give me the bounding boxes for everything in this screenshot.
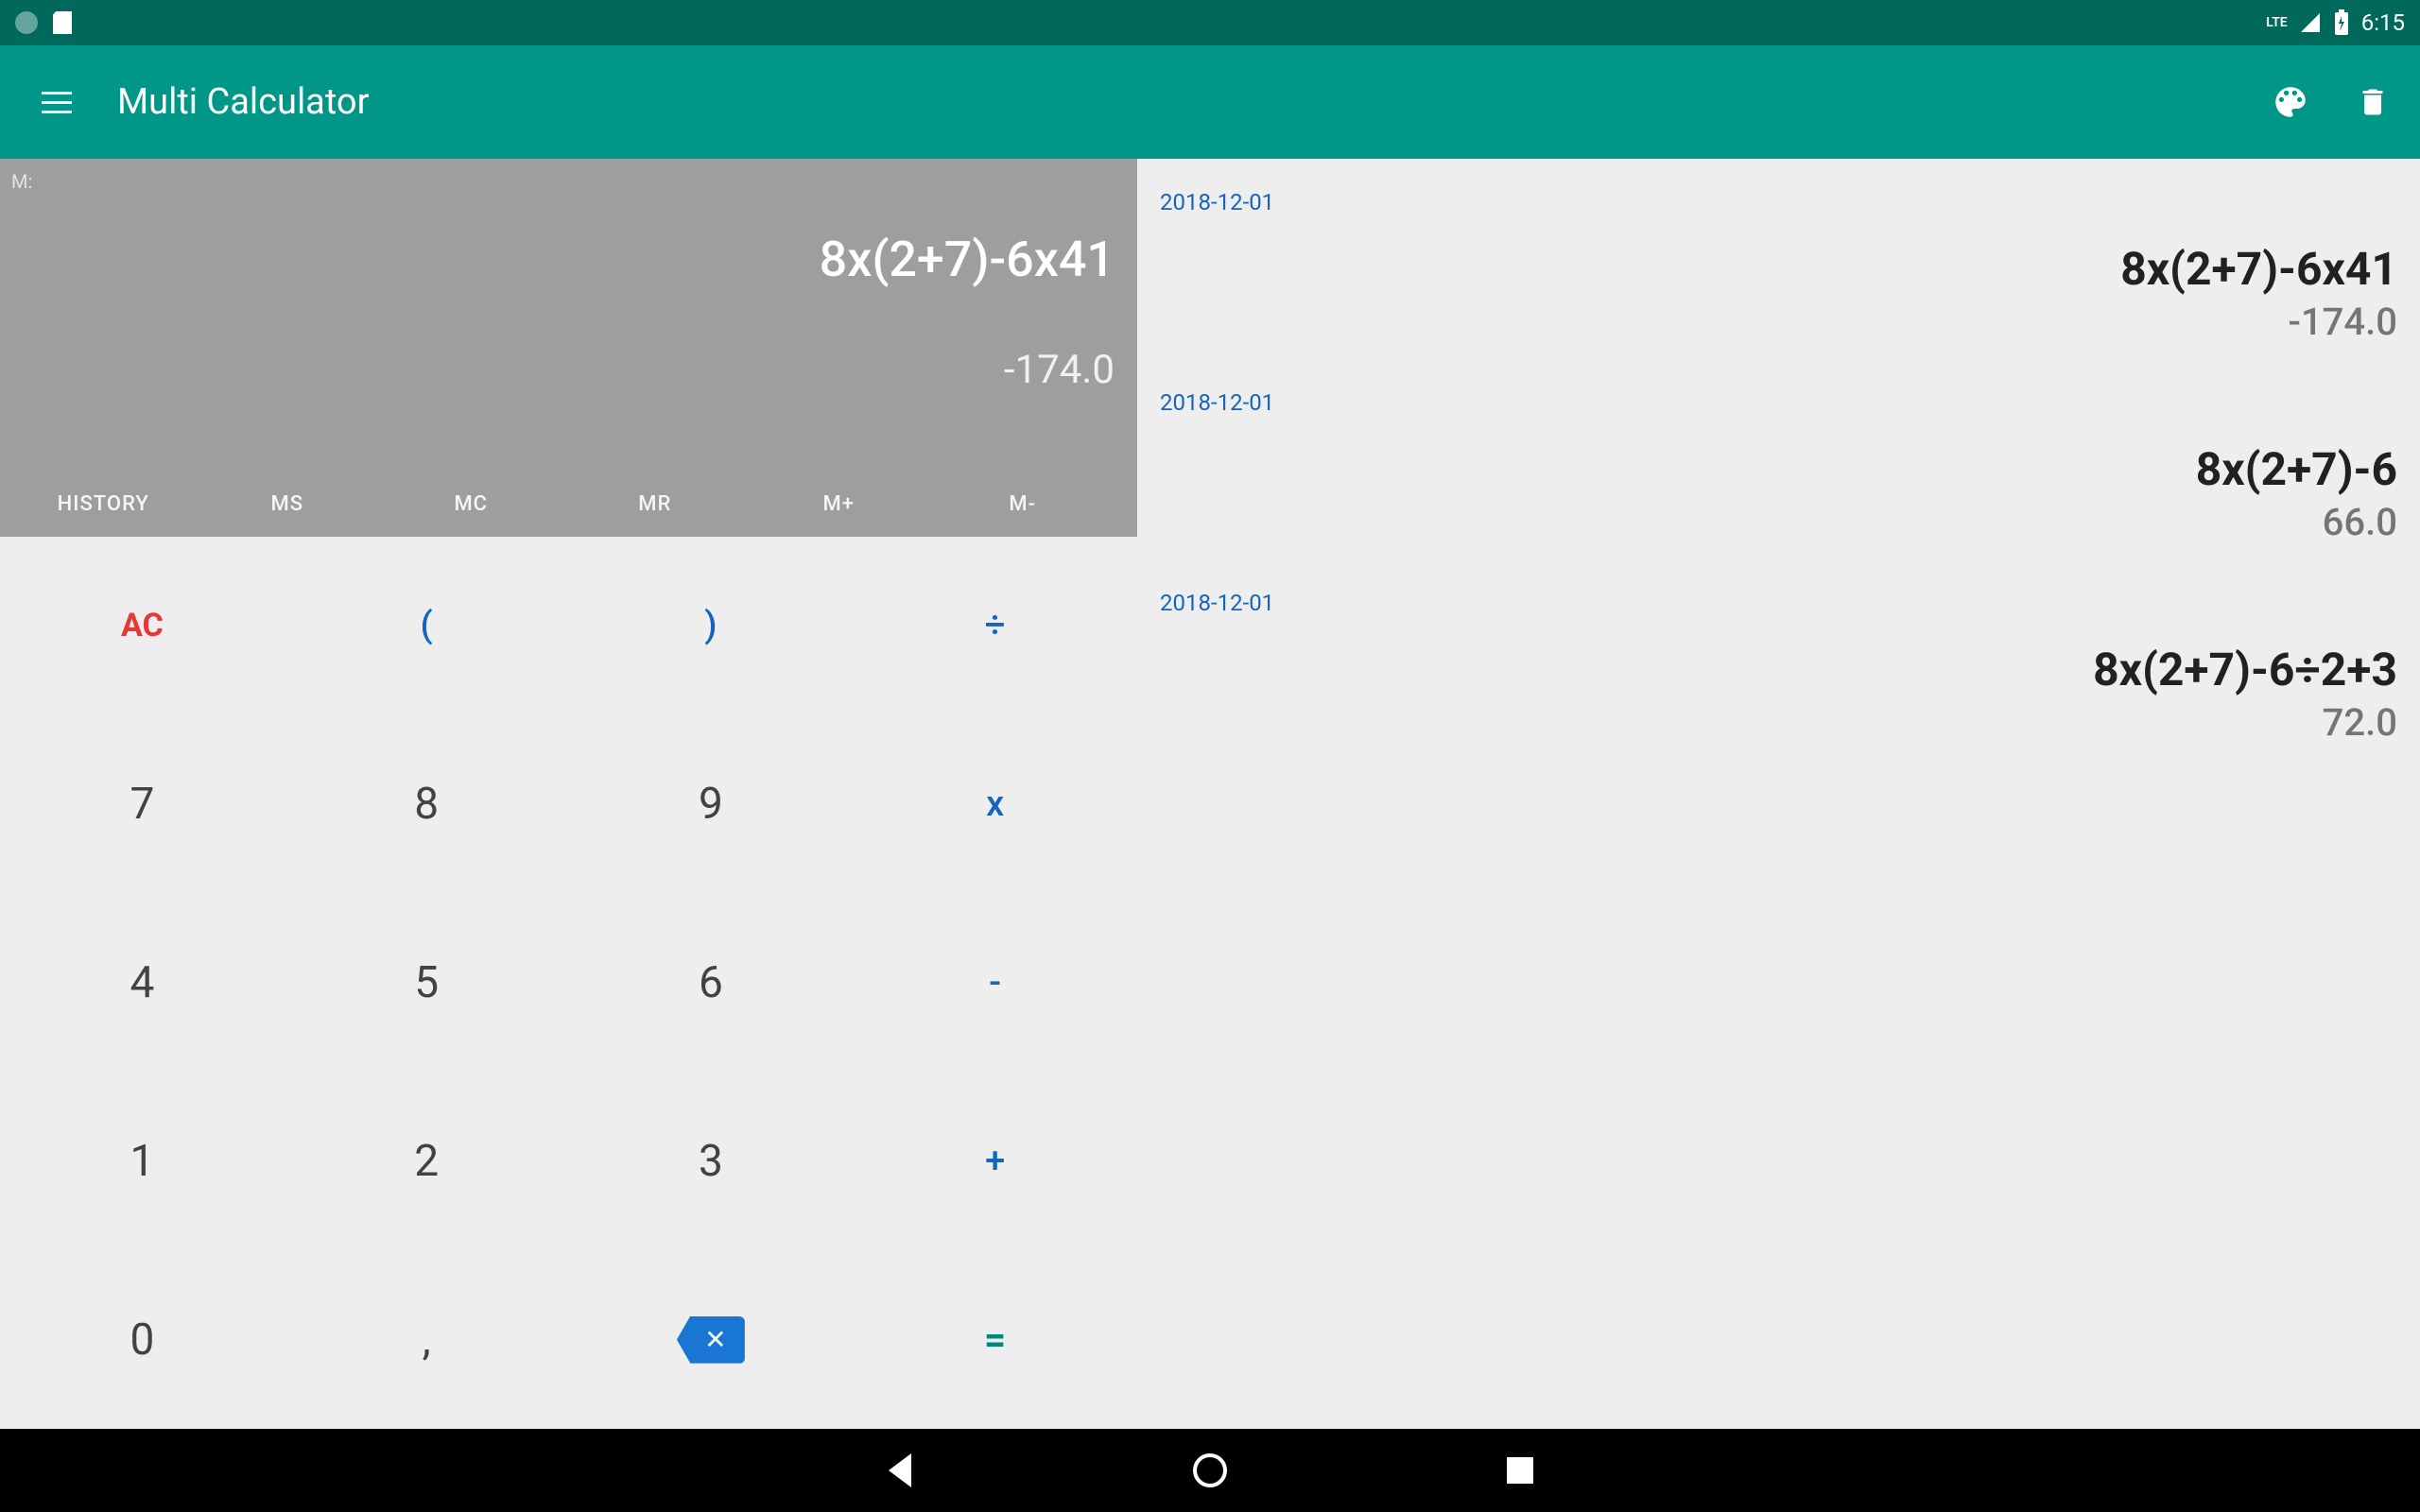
- key-0[interactable]: 0: [0, 1250, 285, 1429]
- theme-palette-button[interactable]: [2271, 82, 2310, 122]
- minus-button[interactable]: -: [853, 894, 1137, 1073]
- history-button[interactable]: HISTORY: [11, 471, 196, 537]
- history-panel[interactable]: 2018-12-01 8x(2+7)-6x41 -174.0 2018-12-0…: [1137, 159, 2420, 1429]
- decimal-button[interactable]: ,: [285, 1250, 569, 1429]
- navigation-bar: [0, 1429, 2420, 1512]
- clock: 6:15: [2361, 9, 2405, 36]
- display-area: M: 8x(2+7)-6x41 -174.0 HISTORY MS MC MR …: [0, 159, 1137, 537]
- backspace-button[interactable]: ✕: [569, 1250, 854, 1429]
- backspace-icon: ✕: [677, 1316, 745, 1364]
- history-expression: 8x(2+7)-6: [1160, 442, 2397, 496]
- equals-button[interactable]: =: [853, 1250, 1137, 1429]
- recent-icon: [1507, 1457, 1533, 1484]
- mr-button[interactable]: MR: [563, 471, 748, 537]
- app-bar: Multi Calculator: [0, 45, 2420, 159]
- signal-icon: [2299, 11, 2322, 34]
- history-entry[interactable]: 2018-12-01 8x(2+7)-6÷2+3 72.0: [1160, 590, 2397, 745]
- history-result: -174.0: [1160, 300, 2397, 344]
- history-entry[interactable]: 2018-12-01 8x(2+7)-6x41 -174.0: [1160, 189, 2397, 344]
- mc-button[interactable]: MC: [379, 471, 563, 537]
- expression-display: 8x(2+7)-6x41: [11, 231, 1115, 288]
- lparen-button[interactable]: (: [285, 537, 569, 715]
- delete-button[interactable]: [2356, 82, 2390, 122]
- back-icon: [889, 1453, 911, 1487]
- history-date: 2018-12-01: [1160, 189, 2397, 215]
- history-result: 66.0: [1160, 500, 2397, 544]
- key-6[interactable]: 6: [569, 894, 854, 1073]
- history-result: 72.0: [1160, 700, 2397, 745]
- key-5[interactable]: 5: [285, 894, 569, 1073]
- battery-charging-icon: [2333, 9, 2350, 36]
- plus-button[interactable]: +: [853, 1072, 1137, 1250]
- key-7[interactable]: 7: [0, 715, 285, 894]
- home-icon: [1193, 1453, 1227, 1487]
- app-title: Multi Calculator: [117, 81, 369, 123]
- ms-button[interactable]: MS: [196, 471, 380, 537]
- status-indicator-icon: [15, 11, 38, 34]
- key-9[interactable]: 9: [569, 715, 854, 894]
- keypad: AC ( ) ÷ 7 8 9 x 4 5 6 - 1 2 3 +: [0, 537, 1137, 1429]
- history-entry[interactable]: 2018-12-01 8x(2+7)-6 66.0: [1160, 389, 2397, 544]
- mminus-button[interactable]: M-: [931, 471, 1115, 537]
- ac-button[interactable]: AC: [0, 537, 285, 715]
- key-3[interactable]: 3: [569, 1072, 854, 1250]
- recent-button[interactable]: [1497, 1448, 1543, 1493]
- status-bar: LTE 6:15: [0, 0, 2420, 45]
- sd-card-icon: [53, 11, 72, 34]
- home-button[interactable]: [1187, 1448, 1233, 1493]
- history-expression: 8x(2+7)-6÷2+3: [1160, 643, 2397, 696]
- result-display: -174.0: [11, 347, 1115, 393]
- divide-button[interactable]: ÷: [853, 537, 1137, 715]
- history-date: 2018-12-01: [1160, 590, 2397, 616]
- key-8[interactable]: 8: [285, 715, 569, 894]
- key-1[interactable]: 1: [0, 1072, 285, 1250]
- key-2[interactable]: 2: [285, 1072, 569, 1250]
- back-button[interactable]: [877, 1448, 923, 1493]
- multiply-button[interactable]: x: [853, 715, 1137, 894]
- history-expression: 8x(2+7)-6x41: [1160, 242, 2397, 296]
- history-date: 2018-12-01: [1160, 389, 2397, 416]
- rparen-button[interactable]: ): [569, 537, 854, 715]
- mplus-button[interactable]: M+: [747, 471, 931, 537]
- menu-button[interactable]: [30, 80, 83, 125]
- key-4[interactable]: 4: [0, 894, 285, 1073]
- memory-label: M:: [11, 170, 1115, 193]
- lte-indicator: LTE: [2266, 15, 2287, 30]
